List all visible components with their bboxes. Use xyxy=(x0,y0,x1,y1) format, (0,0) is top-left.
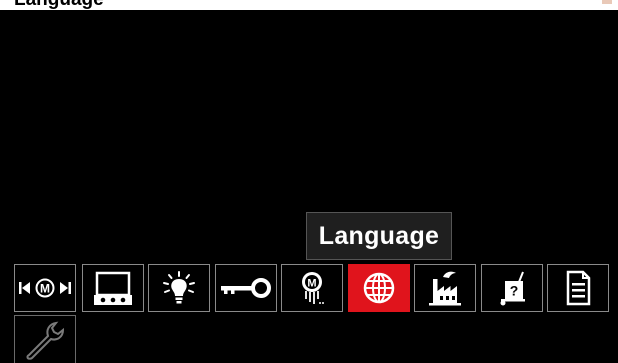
menu-item-service[interactable] xyxy=(14,315,76,363)
menu-item-factory-reset[interactable] xyxy=(414,264,476,312)
menu-item-display[interactable] xyxy=(82,264,144,312)
globe-icon xyxy=(363,272,395,304)
menu-item-memory-recall[interactable]: M xyxy=(14,264,76,312)
display-icon xyxy=(94,271,132,305)
document-icon xyxy=(566,270,591,306)
svg-text:M: M xyxy=(307,278,316,290)
menu-item-information[interactable] xyxy=(547,264,609,312)
header-bar: Language xyxy=(0,0,618,10)
svg-text:M: M xyxy=(40,282,50,296)
menu-tooltip: Language xyxy=(306,212,452,260)
menu-item-help[interactable]: ? xyxy=(481,264,543,312)
memory-recall-icon: M xyxy=(19,278,71,298)
key-lock-icon xyxy=(221,278,271,298)
menu-item-wire-feed[interactable]: M xyxy=(281,264,343,312)
header-corner-mark xyxy=(602,0,612,4)
wire-spool-icon: M xyxy=(302,272,324,304)
menu-item-brightness[interactable] xyxy=(148,264,210,312)
menu-item-language[interactable] xyxy=(348,264,410,312)
wrench-icon xyxy=(26,321,65,360)
brightness-bulb-icon xyxy=(163,271,195,304)
menu-item-security[interactable] xyxy=(215,264,277,312)
cart-help-icon: ? xyxy=(500,271,525,306)
factory-icon xyxy=(429,271,461,306)
welder-menu-screen: Language Language M xyxy=(0,0,618,363)
svg-text:?: ? xyxy=(510,283,519,299)
